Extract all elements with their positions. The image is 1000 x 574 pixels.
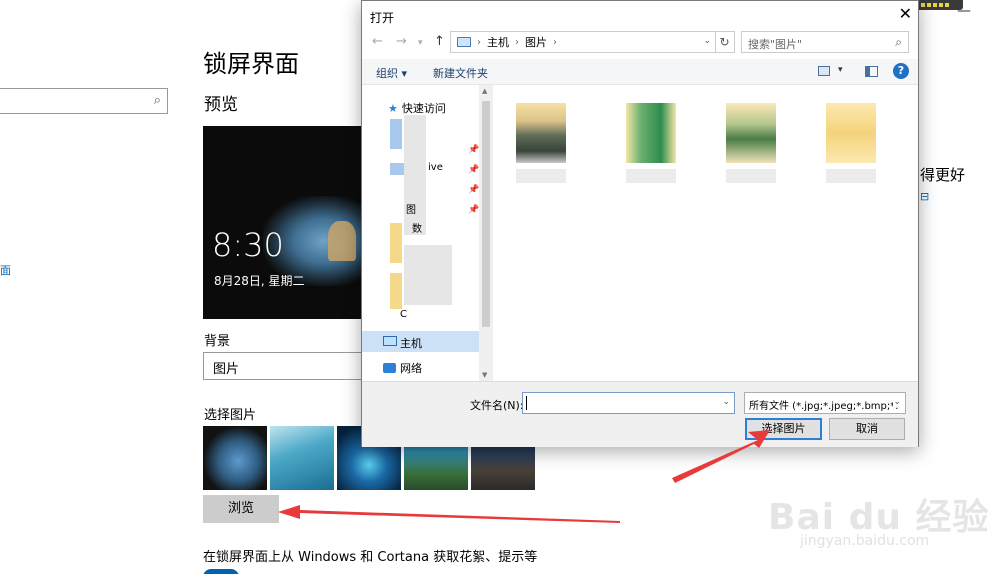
- preview-pane-icon[interactable]: [865, 66, 878, 77]
- nav-item-onedrive[interactable]: ive: [428, 162, 443, 173]
- open-file-dialog: 打开 ✕ ← → ▾ ↑ › 主机 › 图片 › ⌄ ↻ 搜索"图片" ⌕ 组织…: [361, 0, 919, 447]
- breadcrumb-this-pc[interactable]: 主机: [487, 34, 509, 50]
- command-bar: 组织 ▾ 新建文件夹 ▾ ?: [362, 59, 918, 85]
- preview-rock-image: [328, 221, 356, 261]
- file-name-blurred: [826, 169, 876, 183]
- nav-item-documents[interactable]: 数: [412, 220, 422, 235]
- close-icon[interactable]: ✕: [899, 4, 912, 23]
- filetype-select[interactable]: 所有文件 (*.jpg;*.jpeg;*.bmp;*. ⌄: [744, 392, 906, 414]
- back-arrow-icon[interactable]: ←: [372, 34, 383, 49]
- filename-label: 文件名(N):: [470, 399, 524, 412]
- picture-thumb[interactable]: [270, 426, 334, 490]
- chevron-down-icon[interactable]: ⌄: [893, 397, 901, 407]
- blurred-nav-icon: [390, 273, 402, 309]
- pin-icon: 📌: [468, 165, 480, 175]
- chevron-down-icon[interactable]: ⌄: [703, 36, 711, 46]
- file-thumbnail[interactable]: [626, 103, 676, 163]
- blurred-nav-text: [404, 245, 452, 305]
- chevron-down-icon[interactable]: ▾: [418, 38, 423, 48]
- forward-arrow-icon[interactable]: →: [396, 34, 407, 49]
- quick-access-label: 快速访问: [401, 102, 446, 115]
- settings-search-input[interactable]: ⌕: [0, 88, 168, 114]
- search-placeholder: 搜索"图片": [748, 38, 803, 51]
- scrollbar-thumb[interactable]: [482, 101, 490, 327]
- breadcrumb-separator-icon[interactable]: ›: [477, 37, 481, 48]
- breadcrumb-separator-icon[interactable]: ›: [515, 37, 519, 48]
- cortana-tips-text: 在锁屏界面上从 Windows 和 Cortana 获取花絮、提示等: [203, 550, 538, 565]
- text-caret: [526, 396, 527, 410]
- file-name-blurred: [516, 169, 566, 183]
- network-label: 网络: [400, 362, 422, 375]
- blurred-nav-text: [404, 115, 426, 235]
- computer-icon: [383, 336, 397, 346]
- scroll-up-icon[interactable]: ▲: [482, 87, 487, 95]
- dialog-search-input[interactable]: 搜索"图片" ⌕: [741, 31, 909, 53]
- nav-item-c-drive[interactable]: C: [400, 309, 407, 320]
- up-arrow-icon[interactable]: ↑: [434, 34, 445, 49]
- file-list: [494, 85, 918, 381]
- preview-heading: 预览: [204, 95, 238, 115]
- pin-icon: 📌: [468, 145, 480, 155]
- nav-scrollbar[interactable]: ▲ ▼: [479, 85, 493, 381]
- file-name-blurred: [626, 169, 676, 183]
- computer-icon: [457, 37, 471, 47]
- picture-thumb[interactable]: [203, 426, 267, 490]
- minimize-icon[interactable]: —: [957, 3, 971, 19]
- preview-time: 8:30: [212, 226, 284, 264]
- cortana-toggle[interactable]: [203, 569, 239, 574]
- nav-item-pictures[interactable]: 图: [406, 201, 416, 216]
- preview-date: 8月28日, 星期二: [214, 274, 305, 288]
- background-label: 背景: [204, 334, 231, 349]
- file-thumbnail[interactable]: [516, 103, 566, 163]
- chevron-down-icon[interactable]: ▾: [838, 65, 843, 75]
- address-bar[interactable]: › 主机 › 图片 › ⌄: [450, 31, 716, 53]
- scroll-down-icon[interactable]: ▼: [482, 371, 487, 379]
- browse-button[interactable]: 浏览: [203, 495, 279, 523]
- pin-icon: 📌: [468, 205, 480, 215]
- search-icon: ⌕: [153, 93, 161, 108]
- file-thumbnail[interactable]: [826, 103, 876, 163]
- filename-input[interactable]: ⌄: [522, 392, 735, 414]
- nav-item-network[interactable]: 网络: [383, 360, 422, 376]
- file-name-blurred: [726, 169, 776, 183]
- network-icon: [383, 363, 396, 373]
- dialog-footer: 文件名(N): ⌄ 所有文件 (*.jpg;*.jpeg;*.bmp;*. ⌄ …: [362, 381, 918, 447]
- cancel-button[interactable]: 取消: [829, 418, 905, 440]
- navigation-pane: ★ 快速访问 ive 图 数 C 📌 📌 📌 📌 主机 网络: [362, 85, 493, 381]
- dialog-title: 打开: [370, 11, 395, 25]
- select-picture-button[interactable]: 选择图片: [745, 418, 822, 440]
- chevron-down-icon[interactable]: ⌄: [722, 397, 730, 407]
- lock-screen-preview: 8:30 8月28日, 星期二: [203, 126, 363, 319]
- page-title: 锁屏界面: [203, 50, 299, 78]
- blurred-nav-icon: [390, 163, 404, 175]
- organize-menu[interactable]: 组织 ▾: [376, 65, 407, 81]
- arrow-to-browse-button: [278, 505, 620, 523]
- taskbar-thumbnail: [915, 0, 963, 10]
- new-folder-button[interactable]: 新建文件夹: [433, 65, 488, 81]
- breadcrumb-pictures[interactable]: 图片: [525, 34, 547, 50]
- right-partial-text: 得更好: [920, 166, 966, 184]
- nav-quick-access[interactable]: ★ 快速访问: [388, 100, 446, 116]
- nav-item-this-pc[interactable]: 主机: [362, 331, 479, 352]
- star-icon: ★: [388, 101, 398, 115]
- baidu-watermark-url: jingyan.baidu.com: [800, 533, 930, 549]
- file-thumbnail[interactable]: [726, 103, 776, 163]
- blurred-nav-icon: [390, 119, 402, 149]
- choose-picture-label: 选择图片: [204, 408, 257, 423]
- left-nav-link[interactable]: 面: [0, 262, 11, 278]
- pin-icon: 📌: [468, 185, 480, 195]
- help-icon[interactable]: ?: [893, 63, 909, 79]
- view-options-icon[interactable]: [818, 66, 830, 76]
- breadcrumb-separator-icon[interactable]: ›: [553, 37, 557, 48]
- this-pc-label: 主机: [400, 337, 422, 350]
- refresh-icon[interactable]: ↻: [715, 31, 735, 53]
- blurred-nav-icon: [390, 223, 402, 263]
- search-icon: ⌕: [895, 35, 902, 49]
- background-select[interactable]: 图片: [203, 352, 363, 380]
- filetype-value: 所有文件 (*.jpg;*.jpeg;*.bmp;*.: [749, 401, 899, 412]
- right-partial-link[interactable]: ⊟: [920, 190, 929, 203]
